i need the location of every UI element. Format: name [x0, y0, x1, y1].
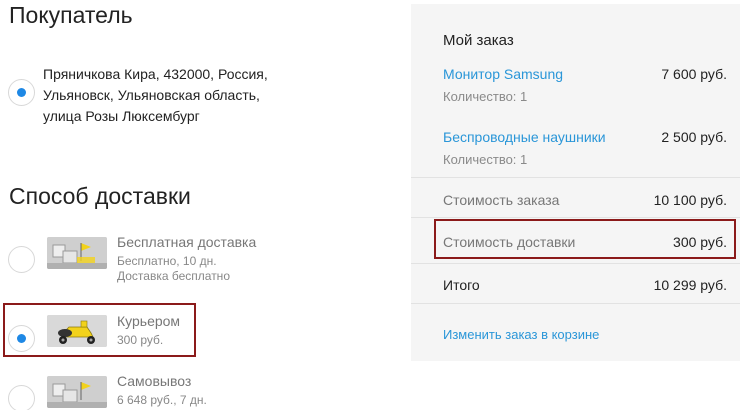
buyer-address-radio[interactable]	[8, 79, 35, 106]
summary-divider	[411, 177, 740, 178]
order-cost-label: Стоимость заказа	[443, 192, 560, 208]
buyer-section-title: Покупатель	[9, 2, 133, 28]
order-summary-heading: Мой заказ	[443, 32, 514, 49]
total-value: 10 299 руб.	[653, 277, 727, 293]
order-item-price: 7 600 руб.	[661, 66, 727, 82]
truck-cargo-icon	[47, 237, 107, 269]
delivery-option-free[interactable]: Бесплатная доставка Бесплатно, 10 дн. До…	[0, 234, 256, 290]
delivery-option-details: 6 648 руб., 7 дн.	[117, 393, 207, 407]
order-item-quantity: Количество: 1	[443, 152, 528, 167]
delivery-option-name: Бесплатная доставка	[117, 234, 257, 250]
truck-cargo-icon	[47, 376, 107, 408]
delivery-section-title: Способ доставки	[9, 183, 191, 209]
order-cost-value: 10 100 руб.	[653, 192, 727, 208]
order-summary-panel: Мой заказ Монитор Samsung 7 600 руб. Кол…	[411, 4, 740, 361]
courier-highlight-frame	[3, 303, 196, 357]
buyer-address-text: Пряничкова Кира, 432000, Россия, Ульянов…	[43, 66, 268, 124]
order-item-quantity: Количество: 1	[443, 89, 528, 104]
delivery-option-name: Самовывоз	[117, 373, 192, 389]
delivery-option-pickup[interactable]: Самовывоз 6 648 руб., 7 дн.	[0, 373, 207, 410]
delivery-option-details: Бесплатно, 10 дн.	[117, 254, 217, 268]
delivery-option-note: Доставка бесплатно	[117, 269, 230, 283]
order-item-link[interactable]: Беспроводные наушники	[443, 129, 606, 145]
summary-divider	[411, 263, 740, 264]
delivery-radio-pickup[interactable]	[8, 385, 35, 410]
edit-cart-link[interactable]: Изменить заказ в корзине	[443, 327, 599, 342]
summary-divider	[411, 303, 740, 304]
order-item-link[interactable]: Монитор Samsung	[443, 66, 563, 82]
summary-divider	[411, 217, 740, 218]
delivery-cost-highlight-frame	[434, 219, 736, 259]
delivery-radio-free[interactable]	[8, 246, 35, 273]
total-label: Итого	[443, 277, 480, 293]
order-item-price: 2 500 руб.	[661, 129, 727, 145]
